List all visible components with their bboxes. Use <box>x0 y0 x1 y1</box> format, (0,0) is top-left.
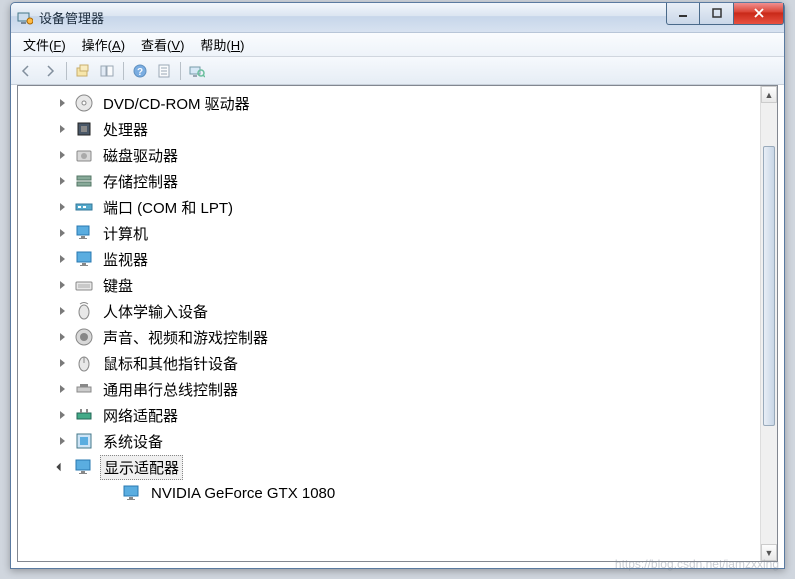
tree-node-storage[interactable]: 存储控制器 <box>18 168 777 194</box>
toolbar-separator <box>180 62 181 80</box>
tree-node-label[interactable]: 人体学输入设备 <box>100 300 211 323</box>
content-pane: DVD/CD-ROM 驱动器处理器磁盘驱动器存储控制器端口 (COM 和 LPT… <box>17 85 778 562</box>
expander-icon[interactable] <box>56 123 68 135</box>
toolbar: ? <box>11 57 784 85</box>
expander-icon[interactable] <box>56 435 68 447</box>
window-buttons <box>666 3 784 25</box>
expander-icon[interactable] <box>56 175 68 187</box>
menu-action[interactable]: 操作(A) <box>74 33 133 56</box>
device-tree[interactable]: DVD/CD-ROM 驱动器处理器磁盘驱动器存储控制器端口 (COM 和 LPT… <box>18 86 777 561</box>
expander-icon[interactable] <box>56 409 68 421</box>
toolbar-separator <box>123 62 124 80</box>
chip-icon <box>74 119 94 139</box>
expander-icon[interactable] <box>56 227 68 239</box>
console-tree-button[interactable] <box>96 60 118 82</box>
speaker-icon <box>74 327 94 347</box>
minimize-button[interactable] <box>666 3 700 25</box>
titlebar-title: 设备管理器 <box>39 8 666 27</box>
hdd-icon <box>74 145 94 165</box>
up-button[interactable] <box>72 60 94 82</box>
tree-node-sys[interactable]: 系统设备 <box>18 428 777 454</box>
storage-icon <box>74 171 94 191</box>
tree-node-label[interactable]: 监视器 <box>100 248 151 271</box>
usb-icon <box>74 379 94 399</box>
tree-node-net[interactable]: 网络适配器 <box>18 402 777 428</box>
display-icon <box>74 457 94 477</box>
scroll-up-button[interactable]: ▲ <box>761 86 777 103</box>
menu-view[interactable]: 查看(V) <box>133 33 192 56</box>
expander-icon[interactable] <box>56 149 68 161</box>
expander-icon[interactable] <box>56 383 68 395</box>
properties-button[interactable] <box>153 60 175 82</box>
disc-icon <box>74 93 94 113</box>
tree-node-dvd[interactable]: DVD/CD-ROM 驱动器 <box>18 90 777 116</box>
expander-icon[interactable] <box>56 253 68 265</box>
titlebar[interactable]: 设备管理器 <box>11 3 784 33</box>
keyboard-icon <box>74 275 94 295</box>
tree-node-label[interactable]: 系统设备 <box>100 430 166 453</box>
menubar: 文件(F) 操作(A) 查看(V) 帮助(H) <box>11 33 784 57</box>
display-icon <box>122 483 142 503</box>
tree-node-label[interactable]: 计算机 <box>100 222 151 245</box>
tree-node-computer[interactable]: 计算机 <box>18 220 777 246</box>
monitor-icon <box>74 249 94 269</box>
pc-icon <box>74 223 94 243</box>
tree-node-label[interactable]: 显示适配器 <box>100 455 183 480</box>
svg-text:?: ? <box>137 67 143 78</box>
tree-node-label[interactable]: 鼠标和其他指针设备 <box>100 352 241 375</box>
help-button[interactable]: ? <box>129 60 151 82</box>
tree-node-mouse[interactable]: 鼠标和其他指针设备 <box>18 350 777 376</box>
tree-node-label[interactable]: 处理器 <box>100 118 151 141</box>
toolbar-separator <box>66 62 67 80</box>
tree-node-label[interactable]: 网络适配器 <box>100 404 181 427</box>
expander-icon[interactable] <box>56 461 68 473</box>
tree-node-label[interactable]: 存储控制器 <box>100 170 181 193</box>
net-icon <box>74 405 94 425</box>
sys-icon <box>74 431 94 451</box>
expander-icon[interactable] <box>56 201 68 213</box>
tree-node-label[interactable]: DVD/CD-ROM 驱动器 <box>100 92 253 115</box>
tree-node-usb[interactable]: 通用串行总线控制器 <box>18 376 777 402</box>
app-icon <box>17 10 33 26</box>
scrollbar-vertical[interactable]: ▲ ▼ <box>760 86 777 561</box>
tree-node-cpu[interactable]: 处理器 <box>18 116 777 142</box>
tree-node-label[interactable]: 键盘 <box>100 274 136 297</box>
expander-icon[interactable] <box>56 357 68 369</box>
close-button[interactable] <box>734 3 784 25</box>
maximize-button[interactable] <box>700 3 734 25</box>
tree-node-label[interactable]: NVIDIA GeForce GTX 1080 <box>148 484 338 503</box>
forward-button[interactable] <box>39 60 61 82</box>
menu-help[interactable]: 帮助(H) <box>192 33 252 56</box>
back-button[interactable] <box>15 60 37 82</box>
tree-node-ports[interactable]: 端口 (COM 和 LPT) <box>18 194 777 220</box>
expander-icon[interactable] <box>56 331 68 343</box>
device-manager-window: 设备管理器 文件(F) 操作(A) 查看(V) 帮助(H) ? DVD/CD-R… <box>10 2 785 569</box>
tree-node-audio[interactable]: 声音、视频和游戏控制器 <box>18 324 777 350</box>
tree-node-label[interactable]: 端口 (COM 和 LPT) <box>100 196 236 219</box>
hid-icon <box>74 301 94 321</box>
port-icon <box>74 197 94 217</box>
scan-hardware-button[interactable] <box>186 60 208 82</box>
tree-node-keyboard[interactable]: 键盘 <box>18 272 777 298</box>
menu-file[interactable]: 文件(F) <box>15 33 74 56</box>
tree-node-hid[interactable]: 人体学输入设备 <box>18 298 777 324</box>
tree-node-disk[interactable]: 磁盘驱动器 <box>18 142 777 168</box>
expander-icon[interactable] <box>56 279 68 291</box>
tree-node-display[interactable]: 显示适配器 <box>18 454 777 480</box>
tree-node-label[interactable]: 通用串行总线控制器 <box>100 378 241 401</box>
tree-node-gpu[interactable]: NVIDIA GeForce GTX 1080 <box>18 480 777 506</box>
expander-icon[interactable] <box>56 97 68 109</box>
scroll-thumb[interactable] <box>763 146 775 426</box>
tree-node-monitor[interactable]: 监视器 <box>18 246 777 272</box>
mouse-icon <box>74 353 94 373</box>
tree-node-label[interactable]: 声音、视频和游戏控制器 <box>100 326 271 349</box>
expander-icon[interactable] <box>56 305 68 317</box>
tree-node-label[interactable]: 磁盘驱动器 <box>100 144 181 167</box>
watermark: https://blog.csdn.net/iamzxxing <box>615 557 779 571</box>
